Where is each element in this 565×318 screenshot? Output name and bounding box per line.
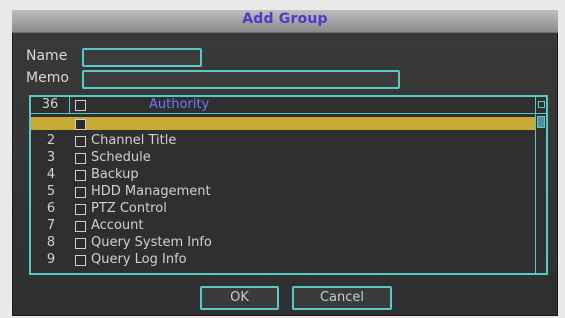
list-item-label: Backup (91, 167, 139, 182)
list-item-number: 8 (46, 235, 56, 250)
dialog-titlebar: Add Group (12, 10, 558, 33)
checkbox-icon[interactable] (75, 187, 86, 198)
list-item[interactable]: 3 Schedule (31, 151, 536, 164)
list-item-number: 5 (46, 184, 56, 199)
list-item[interactable]: 8 Query System Info (31, 236, 536, 249)
list-item-label: Query System Info (91, 235, 212, 250)
list-item-number: 7 (46, 218, 56, 233)
checkbox-icon[interactable] (75, 170, 86, 181)
checkbox-icon[interactable] (75, 221, 86, 232)
list-item[interactable] (31, 117, 536, 130)
scroll-up-icon[interactable] (535, 97, 546, 113)
list-item-number: 6 (46, 201, 56, 216)
memo-field[interactable] (82, 70, 400, 89)
list-item-label: Schedule (91, 150, 151, 165)
checkbox-icon[interactable] (75, 255, 86, 266)
list-item-label: HDD Management (91, 184, 211, 199)
add-group-dialog: Add Group Name Memo 36 Authority 2 Chann… (12, 10, 558, 316)
checkbox-icon[interactable] (75, 204, 86, 215)
list-item-number: 3 (46, 150, 56, 165)
list-item-number: 2 (46, 133, 56, 148)
checkbox-icon[interactable] (75, 136, 86, 147)
list-item-number: 9 (46, 252, 56, 267)
authority-header-label: Authority (149, 97, 210, 112)
dialog-title: Add Group (242, 11, 328, 27)
list-item-number: 4 (46, 167, 56, 182)
checkbox-icon[interactable] (75, 153, 86, 164)
memo-label: Memo (26, 70, 69, 86)
authority-count: 36 (31, 97, 70, 113)
ok-button[interactable]: OK (200, 286, 279, 310)
list-item-label: PTZ Control (91, 201, 167, 216)
list-item-label: Account (91, 218, 144, 233)
list-scrollbar[interactable] (535, 114, 546, 273)
name-field[interactable] (82, 48, 202, 67)
cancel-button[interactable]: Cancel (292, 286, 392, 310)
checkbox-icon[interactable] (75, 238, 86, 249)
list-item[interactable]: 2 Channel Title (31, 134, 536, 147)
list-item[interactable]: 5 HDD Management (31, 185, 536, 198)
select-all-checkbox-icon[interactable] (75, 100, 86, 111)
name-label: Name (26, 48, 68, 64)
scrollbar-thumb[interactable] (537, 116, 545, 128)
list-item[interactable]: 6 PTZ Control (31, 202, 536, 215)
checkbox-icon[interactable] (75, 119, 86, 130)
list-header: 36 Authority (31, 97, 546, 114)
list-item[interactable]: 7 Account (31, 219, 536, 232)
list-item-label: Query Log Info (91, 252, 187, 267)
list-item[interactable]: 9 Query Log Info (31, 253, 536, 266)
authority-list: 36 Authority 2 Channel Title 3 Schedule … (29, 95, 548, 275)
list-item-label: Channel Title (91, 133, 177, 148)
list-item[interactable]: 4 Backup (31, 168, 536, 181)
